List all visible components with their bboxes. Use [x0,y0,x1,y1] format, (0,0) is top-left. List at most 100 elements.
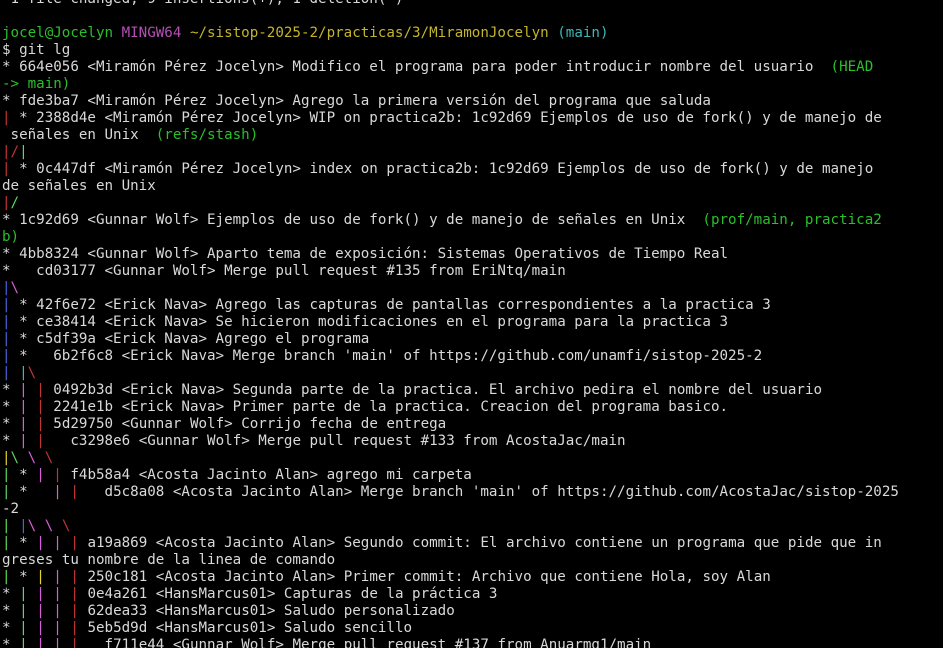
terminal-text: * 0c447df <Miramón Pérez Jocelyn> index … [19,161,874,177]
terminal-text: \ [10,450,28,466]
terminal-line: | |\ [2,365,941,382]
terminal-text: | [2,348,20,364]
terminal-window[interactable]: 1 file changed, 9 insertions(+), 1 delet… [0,0,943,648]
terminal-line: * | | c3298e6 <Gunnar Wolf> Merge pull r… [2,433,941,450]
terminal-text: | [19,603,37,619]
terminal-text: * [2,416,20,432]
terminal-line: -2 [2,501,941,518]
terminal-text: | [19,399,37,415]
terminal-text: | [70,603,88,619]
terminal-line: * fde3ba7 <Miramón Pérez Jocelyn> Agrego… [2,93,941,110]
terminal-line: | * 0c447df <Miramón Pérez Jocelyn> inde… [2,161,941,178]
terminal-text: (refs/stash) [155,127,259,143]
terminal-line: jocel@Jocelyn MINGW64 ~/sistop-2025-2/pr… [2,25,941,42]
terminal-text: | [70,484,105,500]
terminal-line: * 664e056 <Miramón Pérez Jocelyn> Modifi… [2,59,941,76]
terminal-text: * [2,637,20,648]
terminal-text: d5c8a08 <Acosta Jacinto Alan> Merge bran… [104,484,899,500]
terminal-text: señales en Unix [2,127,156,143]
terminal-line: | * | | f4b58a4 <Acosta Jacinto Alan> ag… [2,467,941,484]
terminal-text: 250c181 <Acosta Jacinto Alan> Primer com… [87,569,771,585]
terminal-text: (main) [557,25,609,41]
terminal-text: * 1c92d69 <Gunnar Wolf> Ejemplos de uso … [2,212,703,228]
terminal-text: | [2,365,20,381]
terminal-text: | [70,569,88,585]
terminal-text: 1 file changed, 9 insertions(+), 1 delet… [2,0,404,7]
terminal-text: * [2,399,20,415]
terminal-text: | [19,382,37,398]
terminal-text: | [36,620,54,636]
terminal-text: 62dea33 <HansMarcus01> Saludo personaliz… [87,603,455,619]
terminal-text: * 664e056 <Miramón Pérez Jocelyn> Modifi… [2,59,831,75]
terminal-text: | [36,586,54,602]
terminal-text: * ce38414 <Erick Nava> Se hicieron modif… [19,314,729,330]
terminal-text: | [2,144,11,160]
terminal-text: | [70,637,105,648]
terminal-line: * | | 2241e1b <Erick Nava> Primer parte … [2,399,941,416]
terminal-text: * 42f6e72 <Erick Nava> Agrego las captur… [19,297,771,313]
terminal-line: * 1c92d69 <Gunnar Wolf> Ejemplos de uso … [2,212,941,229]
terminal-text: 0492b3d <Erick Nava> Segunda parte de la… [53,382,823,398]
terminal-text: | [36,535,54,551]
terminal-text: | [36,416,54,432]
terminal-text: | [53,569,71,585]
terminal-text: | [53,484,71,500]
terminal-line: -> main) [2,76,941,93]
terminal-line: | * 2388d4e <Miramón Pérez Jocelyn> WIP … [2,110,941,127]
terminal-text: | [19,365,28,381]
terminal-text: 0e4a261 <HansMarcus01> Capturas de la pr… [87,586,498,602]
terminal-line: de señales en Unix [2,178,941,195]
terminal-text: | [2,535,20,551]
terminal-line: * 4bb8324 <Gunnar Wolf> Aparto tema de e… [2,246,941,263]
terminal-text: 5d29750 <Gunnar Wolf> Corrijo fecha de e… [53,416,447,432]
terminal-text: / [10,195,20,211]
terminal-text: * [2,382,20,398]
terminal-line: señales en Unix (refs/stash) [2,127,941,144]
terminal-line: | * c5df39a <Erick Nava> Agrego el progr… [2,331,941,348]
terminal-line: * | | | | 0e4a261 <HansMarcus01> Captura… [2,586,941,603]
terminal-output: 1 file changed, 9 insertions(+), 1 delet… [2,0,941,648]
terminal-text: * fde3ba7 <Miramón Pérez Jocelyn> Agrego… [2,93,711,109]
terminal-text: 2241e1b <Erick Nava> Primer parte de la … [53,399,729,415]
terminal-line: 1 file changed, 9 insertions(+), 1 delet… [2,0,941,8]
terminal-text: | [36,433,71,449]
terminal-line: * | | 0492b3d <Erick Nava> Segunda parte… [2,382,941,399]
terminal-text: | [53,620,71,636]
terminal-text: | [36,603,54,619]
terminal-text: | [19,433,37,449]
terminal-text: * [19,569,37,585]
terminal-text: * 2388d4e <Miramón Pérez Jocelyn> WIP on… [19,110,882,126]
terminal-text: * [2,620,20,636]
terminal-text: | [2,314,20,330]
terminal-text: * [2,433,20,449]
terminal-text: | [2,280,11,296]
terminal-line: |\ \ \ [2,450,941,467]
terminal-text: * 4bb8324 <Gunnar Wolf> Aparto tema de e… [2,246,729,262]
terminal-text: | [2,195,11,211]
terminal-text: \ [27,450,45,466]
terminal-line: * | | 5d29750 <Gunnar Wolf> Corrijo fech… [2,416,941,433]
terminal-text: (HEAD [830,59,874,75]
terminal-text: * 6b2f6c8 <Erick Nava> Merge branch 'mai… [19,348,763,364]
terminal-text: (prof/main, practica2 [702,212,882,228]
terminal-line: * | | | | 5eb5d9d <HansMarcus01> Saludo … [2,620,941,637]
terminal-text: | [2,518,20,534]
terminal-text: -2 [2,501,20,517]
terminal-text: | [36,637,54,648]
terminal-text: | [36,569,54,585]
terminal-text: \ [44,518,62,534]
terminal-text: jocel@Jocelyn [2,25,114,41]
terminal-text: \ [10,280,20,296]
terminal-line: greses tu nombre de la linea de comando [2,552,941,569]
terminal-text: | [19,144,28,160]
terminal-text: | [19,586,37,602]
terminal-text: | [70,586,88,602]
terminal-text: -> main) [2,76,71,92]
terminal-text: f4b58a4 <Acosta Jacinto Alan> agrego mi … [70,467,472,483]
terminal-line: | * | | d5c8a08 <Acosta Jacinto Alan> Me… [2,484,941,501]
terminal-text: c3298e6 <Gunnar Wolf> Merge pull request… [70,433,626,449]
terminal-line: * cd03177 <Gunnar Wolf> Merge pull reque… [2,263,941,280]
